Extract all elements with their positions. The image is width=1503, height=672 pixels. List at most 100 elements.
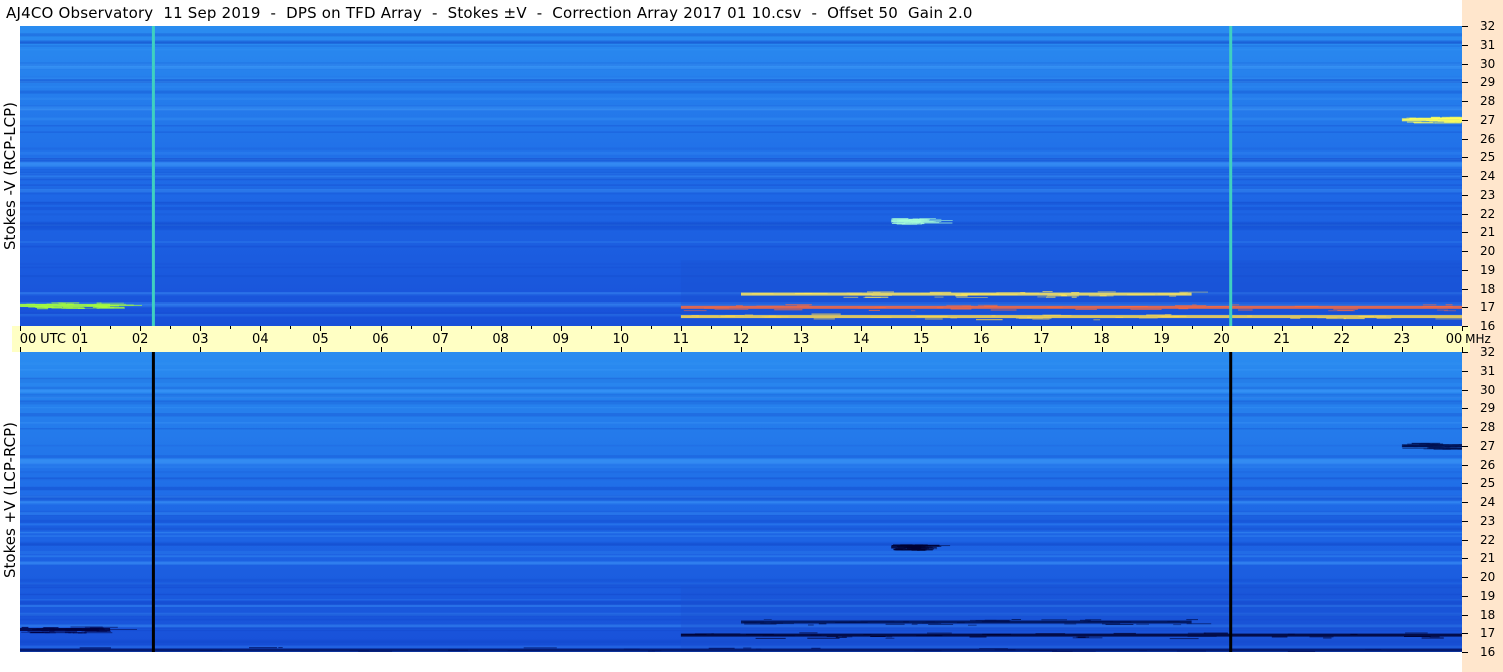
frequency-tick-label: 25 — [1480, 150, 1496, 165]
texture-streak — [20, 495, 1462, 498]
band-speckle — [93, 303, 127, 305]
band-speckle — [1427, 447, 1441, 449]
band-speckle — [808, 624, 814, 626]
band-speckle — [72, 632, 83, 634]
frequency-tick — [1462, 502, 1468, 503]
time-tick-label: 10 — [612, 332, 630, 347]
texture-streak — [20, 158, 1462, 162]
time-tick — [921, 347, 923, 352]
band-speckle — [1444, 310, 1456, 312]
frequency-tick — [1462, 595, 1468, 597]
band-speckle — [1087, 620, 1114, 622]
band-speckle — [962, 305, 974, 307]
band-speckle — [736, 305, 743, 307]
frequency-tick-label: 18 — [1480, 281, 1496, 296]
time-tick-label: 08 — [492, 332, 509, 347]
band-speckle — [1088, 295, 1114, 297]
band-speckle — [868, 309, 880, 311]
time-unit-label: UTC — [40, 332, 66, 347]
band-speckle — [37, 308, 49, 310]
time-minor-tick — [831, 326, 833, 329]
time-tick — [801, 326, 803, 331]
band-speckle — [1410, 119, 1438, 121]
band-speckle — [1047, 306, 1063, 308]
time-tick-label: 14 — [852, 332, 870, 347]
band-speckle — [29, 632, 50, 634]
band-speckle — [703, 307, 730, 309]
band-speckle — [908, 547, 918, 548]
texture-streak — [20, 527, 1462, 531]
time-tick — [1401, 347, 1403, 352]
band-speckle — [21, 626, 29, 628]
time-minor-tick — [590, 326, 592, 329]
texture-streak — [20, 501, 1462, 503]
band-speckle — [1449, 116, 1462, 118]
texture-streak — [20, 471, 1462, 474]
frequency-tick-label: 21 — [1480, 551, 1496, 566]
frequency-tick — [1462, 577, 1468, 578]
band-speckle — [969, 636, 987, 638]
time-tick — [80, 347, 82, 352]
frequency-tick-label: 20 — [1480, 244, 1496, 258]
frequency-tick — [1462, 26, 1468, 27]
band-speckle — [934, 296, 944, 298]
band-speckle — [912, 623, 942, 624]
frequency-tick-label: 16 — [1480, 645, 1496, 659]
band-speckle — [100, 305, 116, 307]
band-speckle — [349, 650, 369, 652]
time-tick — [981, 326, 983, 331]
time-tick-label: 20 — [1213, 332, 1230, 347]
texture-streak — [20, 151, 1462, 155]
time-minor-tick — [1431, 326, 1433, 329]
texture-streak — [20, 511, 1462, 515]
band-speckle — [785, 304, 812, 306]
texture-streak — [20, 555, 1462, 558]
time-tick-label: 22 — [1333, 332, 1351, 347]
band-speckle — [774, 309, 803, 311]
spectrogram-top-svg — [20, 26, 1462, 326]
band-speckle — [1350, 633, 1358, 635]
time-tick — [1281, 347, 1283, 352]
time-minor-tick — [951, 326, 953, 329]
texture-streak — [20, 108, 1462, 111]
band-speckle — [870, 316, 892, 318]
time-tick — [1341, 347, 1343, 352]
time-minor-tick — [110, 326, 112, 329]
emission-band-0 — [680, 633, 1462, 637]
time-tick-label: 11 — [672, 332, 690, 347]
band-speckle — [1075, 308, 1097, 310]
time-tick — [380, 326, 382, 331]
band-speckle — [79, 647, 111, 649]
band-speckle — [1365, 649, 1382, 650]
band-speckle — [1238, 309, 1253, 311]
band-speckle — [1157, 293, 1187, 295]
band-speckle — [84, 632, 113, 634]
texture-streak — [20, 162, 1462, 167]
band-speckle — [901, 219, 909, 221]
band-speckle — [1309, 636, 1334, 638]
band-speckle — [1402, 446, 1418, 448]
frequency-tick-label: 31 — [1480, 363, 1496, 378]
time-tick — [500, 347, 502, 352]
texture-streak — [20, 176, 1462, 181]
band-speckle — [507, 650, 541, 652]
band-speckle — [249, 647, 278, 649]
band-speckle — [1431, 117, 1449, 119]
texture-streak — [20, 187, 1462, 189]
band-speckle — [1287, 651, 1316, 652]
frequency-tick-label: 27 — [1480, 438, 1496, 453]
band-speckle — [871, 294, 892, 296]
band-speckle — [40, 630, 49, 632]
frequency-tick — [1462, 558, 1468, 560]
time-minor-tick — [410, 326, 412, 329]
texture-streak — [20, 389, 1462, 393]
time-tick — [140, 326, 142, 331]
time-tick-label: 09 — [552, 332, 570, 347]
texture-streak — [20, 245, 1462, 248]
band-speckle — [835, 622, 868, 623]
band-speckle — [810, 634, 822, 636]
frequency-tick-label: 20 — [1480, 570, 1496, 584]
texture-streak — [20, 97, 1462, 100]
band-speckle — [796, 305, 810, 307]
band-speckle — [928, 624, 954, 625]
